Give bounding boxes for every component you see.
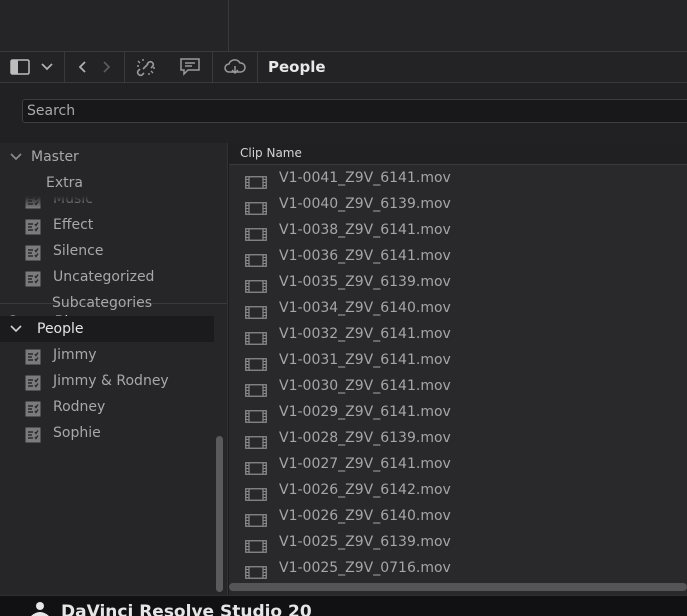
smart-bin-item[interactable]: Silence [0, 238, 214, 264]
smart-bin-label: Sophie [53, 425, 101, 441]
smart-bin-item[interactable]: Rodney [0, 394, 214, 420]
clip-name: V1-0038_Z9V_6141.mov [279, 222, 451, 238]
comment-icon[interactable] [178, 52, 202, 82]
clip-row[interactable]: V1-0025_Z9V_6139.mov [229, 529, 687, 555]
clip-row[interactable]: V1-0034_Z9V_6140.mov [229, 295, 687, 321]
clip-row[interactable]: V1-0035_Z9V_6139.mov [229, 269, 687, 295]
clip-row[interactable]: V1-0030_Z9V_6141.mov [229, 373, 687, 399]
bin-label: Extra [46, 175, 83, 191]
smart-bins-scrollbar[interactable] [214, 196, 226, 452]
clip-name: V1-0031_Z9V_6141.mov [279, 352, 451, 368]
clip-name: V1-0028_Z9V_6139.mov [279, 430, 451, 446]
toolbar-separator [257, 52, 258, 82]
panel-divider [228, 0, 229, 52]
clip-name: V1-0030_Z9V_6141.mov [279, 378, 451, 394]
clip-name: V1-0025_Z9V_0716.mov [279, 560, 451, 576]
smart-bins-scrollbar-thumb[interactable] [216, 436, 223, 592]
toolbar-separator [124, 52, 125, 82]
clip-row[interactable]: V1-0028_Z9V_6139.mov [229, 425, 687, 451]
app-footer: DaVinci Resolve Studio 20 [0, 595, 687, 616]
clip-row[interactable]: V1-0026_Z9V_6140.mov [229, 503, 687, 529]
horizontal-scrollbar-thumb[interactable] [229, 583, 687, 591]
toolbar-separator [212, 52, 213, 82]
smart-bins-list: Music Effect Silence Uncategorized Subca… [0, 196, 214, 452]
column-header-clip-name[interactable]: Clip Name [229, 143, 687, 165]
clip-name: V1-0026_Z9V_6142.mov [279, 482, 451, 498]
smart-bin-label: Subcategories [52, 295, 153, 311]
cloud-icon[interactable] [222, 52, 248, 82]
clip-name: V1-0041_Z9V_6141.mov [279, 170, 451, 186]
smart-bin-item[interactable]: Jimmy [0, 342, 214, 368]
clip-row[interactable]: V1-0027_Z9V_6141.mov [229, 451, 687, 477]
media-pool-toolbar: People [0, 52, 687, 83]
clip-name: V1-0040_Z9V_6139.mov [279, 196, 451, 212]
smart-bin-item[interactable]: Sophie [0, 420, 214, 446]
clip-row[interactable]: V1-0031_Z9V_6141.mov [229, 347, 687, 373]
smart-bin-label: Uncategorized [53, 269, 155, 285]
forward-arrow-icon[interactable] [97, 52, 117, 82]
smart-bin-label: Silence [53, 243, 104, 259]
clip-name: V1-0034_Z9V_6140.mov [279, 300, 451, 316]
current-bin-title: People [268, 58, 326, 76]
toolbar-separator [64, 52, 65, 82]
smart-bin-item[interactable]: Effect [0, 212, 214, 238]
top-panel-strip [0, 0, 687, 52]
bin-extra[interactable]: Extra [0, 170, 227, 196]
clip-name: V1-0035_Z9V_6139.mov [279, 274, 451, 290]
chevron-down-icon[interactable] [36, 52, 58, 82]
clip-name: V1-0032_Z9V_6141.mov [279, 326, 451, 342]
clip-row[interactable]: V1-0032_Z9V_6141.mov [229, 321, 687, 347]
search-input[interactable] [22, 99, 687, 123]
clip-row[interactable]: V1-0036_Z9V_6141.mov [229, 243, 687, 269]
smart-bin-item[interactable]: Jimmy & Rodney [0, 368, 214, 394]
clip-name: V1-0026_Z9V_6140.mov [279, 508, 451, 524]
clip-list-horizontal-scrollbar[interactable] [229, 580, 687, 594]
clip-row[interactable]: V1-0026_Z9V_6142.mov [229, 477, 687, 503]
bin-master[interactable]: Master [0, 144, 227, 170]
clip-name: V1-0036_Z9V_6141.mov [279, 248, 451, 264]
smart-bin-label: Jimmy [53, 347, 97, 363]
clip-row[interactable]: V1-0040_Z9V_6139.mov [229, 191, 687, 217]
unlink-icon[interactable] [134, 52, 158, 82]
smart-bin-label: Effect [53, 217, 94, 233]
sidebar-toggle-icon[interactable] [7, 52, 33, 82]
app-name: DaVinci Resolve Studio 20 [61, 602, 312, 616]
clip-row[interactable]: V1-0041_Z9V_6141.mov [229, 165, 687, 191]
smart-bin-item[interactable]: Uncategorized [0, 264, 214, 290]
clip-row[interactable]: V1-0038_Z9V_6141.mov [229, 217, 687, 243]
resolve-logo-icon [28, 601, 52, 616]
bin-label: Master [31, 149, 79, 165]
smart-bin-item[interactable]: Subcategories [0, 290, 214, 316]
smart-bin-label: Rodney [53, 399, 106, 415]
smart-bin-group-people[interactable]: People [0, 316, 214, 342]
clip-row[interactable]: V1-0025_Z9V_0716.mov [229, 555, 687, 581]
clip-list: Clip Name V1-0041_Z9V_6141.mov V1-0040_Z9… [229, 143, 687, 595]
column-header-label: Clip Name [240, 146, 302, 160]
clip-row[interactable]: V1-0029_Z9V_6141.mov [229, 399, 687, 425]
scroll-fade [0, 196, 214, 208]
clip-name: V1-0029_Z9V_6141.mov [279, 404, 451, 420]
smart-bin-label: People [37, 321, 84, 337]
smart-bin-icon [25, 426, 41, 452]
clip-name: V1-0025_Z9V_6139.mov [279, 534, 451, 550]
smart-bin-label: Jimmy & Rodney [53, 373, 169, 389]
back-arrow-icon[interactable] [72, 52, 92, 82]
search-bar [0, 83, 687, 143]
clip-name: V1-0027_Z9V_6141.mov [279, 456, 451, 472]
